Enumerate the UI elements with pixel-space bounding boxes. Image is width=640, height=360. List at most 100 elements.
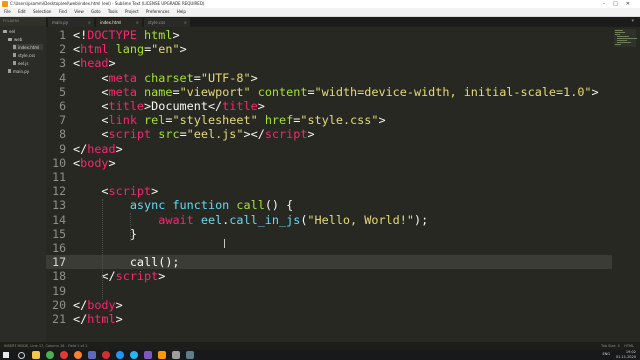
code-line[interactable]: 7 <link rel="stylesheet" href="style.css…	[46, 113, 612, 127]
menu-help[interactable]: Help	[177, 9, 186, 14]
system-clock[interactable]: 19:02 01.11.2020	[616, 350, 636, 360]
code-token: </	[73, 269, 116, 284]
telegram-icon[interactable]	[130, 351, 138, 359]
menu-project[interactable]: Project	[125, 9, 139, 14]
code-token: >	[250, 70, 258, 85]
input-language[interactable]: ENG	[602, 352, 610, 356]
code-token: >	[151, 184, 159, 199]
windows-start-icon[interactable]	[3, 352, 9, 358]
app-icon[interactable]	[144, 351, 152, 359]
sidebar-file-eel-js[interactable]: eel.js	[13, 60, 29, 66]
menu-preferences[interactable]: Preferences	[146, 9, 170, 14]
menu-file[interactable]: File	[4, 9, 11, 14]
chrome-icon[interactable]	[46, 351, 54, 359]
code-line[interactable]: 3 <head>	[46, 56, 612, 70]
code-line[interactable]: 9 </head>	[46, 142, 612, 156]
code-token: =	[179, 127, 187, 142]
code-line[interactable]: 2 <html lang="en">	[46, 42, 612, 56]
code-line[interactable]: 4 <meta charset="UTF-8">	[46, 71, 612, 85]
line-number: 14	[52, 212, 66, 227]
minimap[interactable]	[612, 27, 640, 342]
syntax-indicator[interactable]: HTML	[624, 344, 634, 348]
code-line[interactable]: 17 call();	[46, 255, 612, 270]
code-editor[interactable]: 1 <!DOCTYPE html> 2 <html lang="en"> 3 <head>…	[46, 27, 640, 342]
line-code: async function call() {	[73, 198, 293, 212]
app-icon[interactable]	[88, 351, 96, 359]
code-token: script	[108, 127, 152, 142]
tab-main-py[interactable]: main.py ×	[48, 18, 94, 27]
status-bar: INSERT MODE, Line 17, Column 16 - Field …	[0, 342, 640, 350]
sidebar-item-label: main.py	[13, 68, 30, 74]
menu-find[interactable]: Find	[59, 9, 67, 14]
maximize-button[interactable]: □	[613, 1, 626, 7]
tab-style-css[interactable]: style.css ×	[144, 18, 190, 27]
code-line[interactable]: 20 </body>	[46, 298, 612, 312]
code-line[interactable]: 16	[46, 241, 612, 255]
code-token: html	[87, 312, 116, 326]
line-number: 20	[52, 297, 66, 312]
close-tab-icon[interactable]: ×	[184, 18, 187, 27]
code-token: function	[172, 198, 230, 213]
code-line[interactable]: 1 <!DOCTYPE html>	[46, 28, 612, 42]
code-line[interactable]: 18 </script>	[46, 269, 612, 283]
code-line[interactable]: 8 <script src="eel.js"></script>	[46, 127, 612, 141]
menu-edit[interactable]: Edit	[18, 9, 26, 14]
tab-index-html[interactable]: index.html ×	[96, 18, 142, 27]
indent-guide	[102, 199, 103, 299]
line-code: <script src="eel.js"></script>	[73, 127, 314, 142]
window-controls: –□✕	[603, 0, 638, 8]
file-explorer-icon[interactable]	[32, 351, 40, 359]
line-number: 4	[59, 70, 66, 85]
code-token: =	[307, 84, 315, 99]
file-icon	[13, 45, 16, 49]
sublime-icon[interactable]	[158, 351, 166, 359]
close-button[interactable]: ✕	[626, 1, 638, 7]
sidebar-folder-web[interactable]: web	[8, 36, 22, 42]
edge-icon[interactable]	[116, 351, 124, 359]
code-token: =	[172, 84, 180, 99]
line-code: </html>	[73, 312, 123, 326]
code-line[interactable]: 19	[46, 284, 612, 298]
firefox-icon[interactable]	[74, 351, 82, 359]
tab-overflow-icon[interactable]: ▾	[631, 18, 634, 24]
code-line[interactable]: 12 <script>	[46, 184, 612, 198]
code-token: >	[158, 269, 166, 284]
sidebar-folder-eel[interactable]: eel	[3, 28, 15, 34]
line-number: 16	[52, 241, 66, 255]
line-code: <!DOCTYPE html>	[73, 28, 180, 42]
close-tab-icon[interactable]: ×	[136, 18, 139, 27]
code-line[interactable]: 13 async function call() {	[46, 198, 612, 212]
line-number: 18	[52, 269, 66, 284]
opera-icon[interactable]	[60, 351, 68, 359]
code-token: >	[108, 155, 116, 170]
code-line[interactable]: 10 <body>	[46, 156, 612, 170]
code-token: call();	[73, 255, 180, 270]
code-line[interactable]: 11	[46, 170, 612, 184]
search-icon[interactable]	[18, 352, 25, 359]
sidebar-file-index-html[interactable]: index.html	[13, 44, 43, 50]
close-tab-icon[interactable]: ×	[88, 18, 91, 27]
code-line[interactable]: 5 <meta name="viewport" content="width=d…	[46, 85, 612, 99]
code-token: );	[413, 212, 429, 227]
code-line[interactable]: 6 <title>Document</title>	[46, 99, 612, 113]
menu-selection[interactable]: Selection	[33, 9, 51, 14]
sidebar-file-style-css[interactable]: style.css	[13, 52, 35, 58]
camera-icon[interactable]	[186, 351, 194, 359]
menu-goto[interactable]: Goto	[91, 9, 101, 14]
code-token: "eel.js"	[186, 127, 244, 142]
app-icon[interactable]	[172, 351, 180, 359]
record-icon[interactable]	[102, 351, 110, 359]
code-token: async	[129, 198, 166, 213]
tab-size-indicator[interactable]: Tab Size: 4	[601, 344, 620, 348]
line-number: 6	[59, 99, 66, 113]
minimize-button[interactable]: –	[603, 1, 614, 7]
sidebar-file-main-py[interactable]: main.py	[8, 68, 29, 74]
code-line[interactable]: 21 </html>	[46, 312, 612, 326]
indent-guide	[130, 213, 131, 241]
menu-view[interactable]: View	[74, 9, 84, 14]
code-token: eel	[200, 212, 223, 227]
menu-tools[interactable]: Tools	[108, 9, 118, 14]
code-token: meta	[108, 70, 137, 85]
